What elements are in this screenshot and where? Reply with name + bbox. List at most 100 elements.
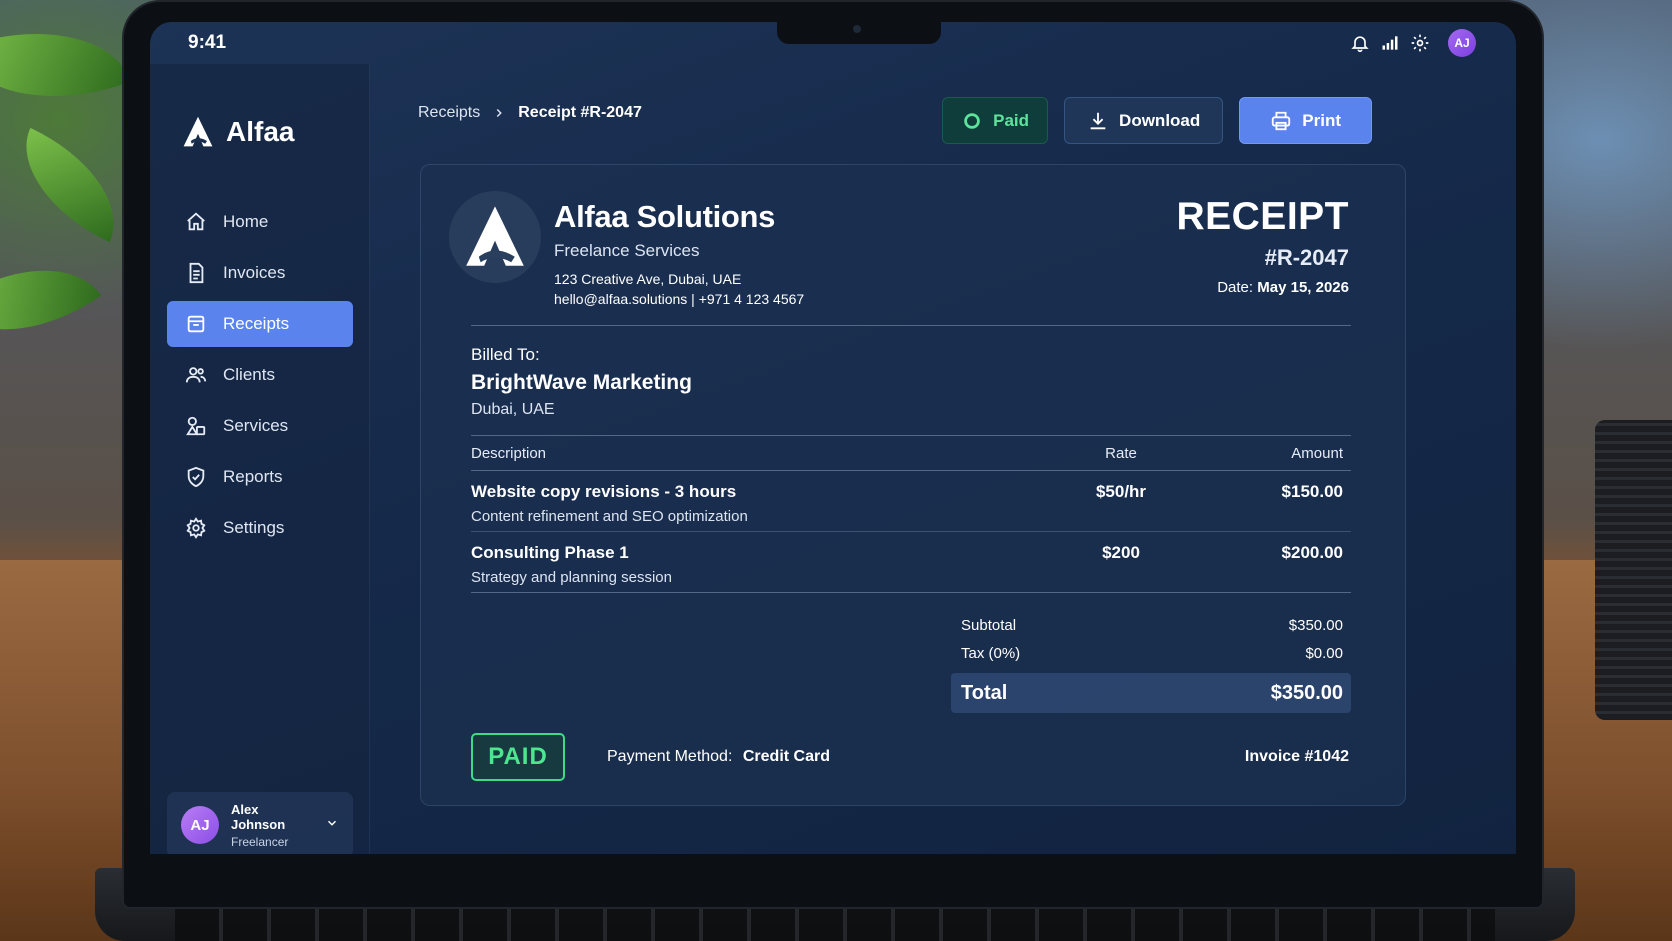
brand-name: Alfaa	[226, 116, 295, 147]
divider	[471, 325, 1351, 326]
receipt-icon	[187, 315, 205, 333]
subtotal-value: $350.00	[1288, 616, 1343, 634]
company-info: Alfaa Solutions Freelance Services 123 C…	[554, 199, 804, 307]
sidebar-nav: Home Invoices Receipts Clients Services …	[167, 199, 353, 556]
plant-leaf	[0, 229, 102, 371]
total-row: Total $350.00	[951, 673, 1351, 713]
date-value: May 15, 2026	[1257, 279, 1349, 296]
sidebar-item-label: Receipts	[223, 314, 290, 333]
company-name: Alfaa Solutions	[554, 199, 776, 234]
tax-label: Tax (0%)	[961, 644, 1021, 662]
item-title: Consulting Phase 1	[471, 543, 629, 562]
sidebar-item-reports[interactable]: Reports	[167, 454, 353, 500]
total-label: Total	[961, 681, 1008, 704]
sidebar-item-settings[interactable]: Settings	[167, 505, 353, 551]
receipt-title: RECEIPT	[1176, 195, 1349, 238]
billed-to: Billed To: BrightWave Marketing Dubai, U…	[471, 345, 692, 419]
sidebar-item-label: Reports	[223, 467, 283, 486]
brand[interactable]: Alfaa	[180, 114, 294, 150]
item-description: Website copy revisions - 3 hours Content…	[471, 482, 1051, 531]
sidebar-item-receipts[interactable]: Receipts	[167, 301, 353, 347]
download-icon	[1090, 112, 1106, 129]
item-description: Consulting Phase 1 Strategy and planning…	[471, 543, 1051, 592]
item-rate: $50/hr	[1095, 482, 1147, 501]
camera-notch	[777, 20, 941, 44]
download-label: Download	[1119, 110, 1201, 130]
gear-icon[interactable]	[1410, 33, 1430, 53]
shield-check-icon	[187, 466, 205, 488]
payment-method-value: Credit Card	[742, 748, 830, 765]
company-contact: hello@alfaa.solutions | +971 4 123 4567	[554, 291, 805, 307]
paid-status-button[interactable]: Paid	[942, 97, 1049, 144]
sidebar-item-home[interactable]: Home	[167, 199, 353, 245]
item-amount: $200.00	[1281, 543, 1343, 562]
date-label: Date:	[1217, 279, 1254, 296]
download-button[interactable]: Download	[1064, 97, 1224, 144]
total-value: $350.00	[1270, 681, 1343, 704]
alfaa-logo-icon	[183, 116, 213, 147]
user-profile-card[interactable]: AJ Alex Johnson Freelancer	[167, 792, 353, 854]
item-amount: $150.00	[1281, 482, 1343, 501]
table-row: Consulting Phase 1 Strategy and planning…	[471, 532, 1351, 593]
print-label: Print	[1302, 110, 1341, 130]
signal-icon	[1382, 36, 1398, 50]
invoice-reference[interactable]: Invoice #1042	[1245, 748, 1349, 766]
line-items-table: Description Rate Amount Website copy rev…	[471, 435, 1351, 593]
shapes-icon	[186, 416, 206, 436]
pencil-cup	[1595, 420, 1672, 720]
sidebar-item-label: Home	[223, 212, 269, 231]
billed-label: Billed To:	[471, 345, 540, 364]
subtotal-label: Subtotal	[961, 616, 1017, 634]
document-icon	[189, 262, 204, 284]
sidebar-item-label: Invoices	[223, 263, 286, 282]
user-name: Alex Johnson	[231, 801, 286, 832]
avatar[interactable]: AJ	[1448, 29, 1476, 57]
billed-name: BrightWave Marketing	[471, 371, 692, 394]
item-subtitle: Strategy and planning session	[471, 569, 672, 586]
item-title: Website copy revisions - 3 hours	[471, 482, 737, 501]
receipt-date: Date: May 15, 2026	[1176, 279, 1349, 296]
sidebar-item-clients[interactable]: Clients	[167, 352, 353, 398]
table-row: Website copy revisions - 3 hours Content…	[471, 471, 1351, 532]
user-role: Freelancer	[231, 834, 289, 849]
users-icon	[185, 367, 207, 383]
printer-icon	[1272, 111, 1291, 130]
keyboard	[175, 905, 1495, 941]
subtotal-row: Subtotal $350.00	[951, 611, 1351, 639]
item-rate: $200	[1102, 543, 1140, 562]
plant-leaf	[0, 0, 131, 133]
breadcrumb-receipts-link[interactable]: Receipts	[418, 104, 480, 122]
alfaa-logo-icon	[466, 206, 524, 266]
app-screen: 9:41 AJ Alfaa Home Invoices Receipts Cli…	[150, 22, 1516, 854]
header-actions: Paid Download Print	[942, 97, 1372, 144]
totals-summary: Subtotal $350.00 Tax (0%) $0.00 Total $3…	[951, 611, 1351, 713]
receipt-number: #R-2047	[1264, 245, 1349, 270]
tax-value: $0.00	[1305, 644, 1343, 662]
user-meta: Alex Johnson Freelancer	[231, 802, 313, 849]
chevron-down-icon[interactable]	[325, 816, 339, 835]
bell-icon[interactable]	[1350, 33, 1370, 53]
column-description: Description	[471, 444, 547, 462]
chevron-right-icon	[496, 108, 503, 118]
print-button[interactable]: Print	[1239, 97, 1372, 144]
sidebar-item-services[interactable]: Services	[167, 403, 353, 449]
payment-method: Payment Method: Credit Card	[607, 748, 830, 766]
item-subtitle: Content refinement and SEO optimization	[471, 508, 748, 525]
receipt-card: Alfaa Solutions Freelance Services 123 C…	[420, 164, 1406, 806]
company-tagline: Freelance Services	[554, 241, 700, 260]
breadcrumb-current: Receipt #R-2047	[518, 104, 642, 121]
sidebar-item-label: Services	[223, 416, 289, 435]
table-header: Description Rate Amount	[471, 435, 1351, 471]
billed-location: Dubai, UAE	[471, 401, 555, 418]
receipt-header: RECEIPT #R-2047 Date: May 15, 2026	[1176, 195, 1349, 296]
gear-icon	[186, 517, 206, 539]
avatar: AJ	[181, 806, 219, 844]
company-logo	[449, 191, 541, 283]
clock: 9:41	[188, 32, 227, 53]
sidebar-item-label: Settings	[223, 518, 285, 537]
circle-icon	[964, 112, 980, 129]
payment-method-label: Payment Method:	[607, 748, 733, 765]
home-icon	[187, 212, 205, 231]
sidebar-item-invoices[interactable]: Invoices	[167, 250, 353, 296]
company-address: 123 Creative Ave, Dubai, UAE	[554, 271, 742, 287]
